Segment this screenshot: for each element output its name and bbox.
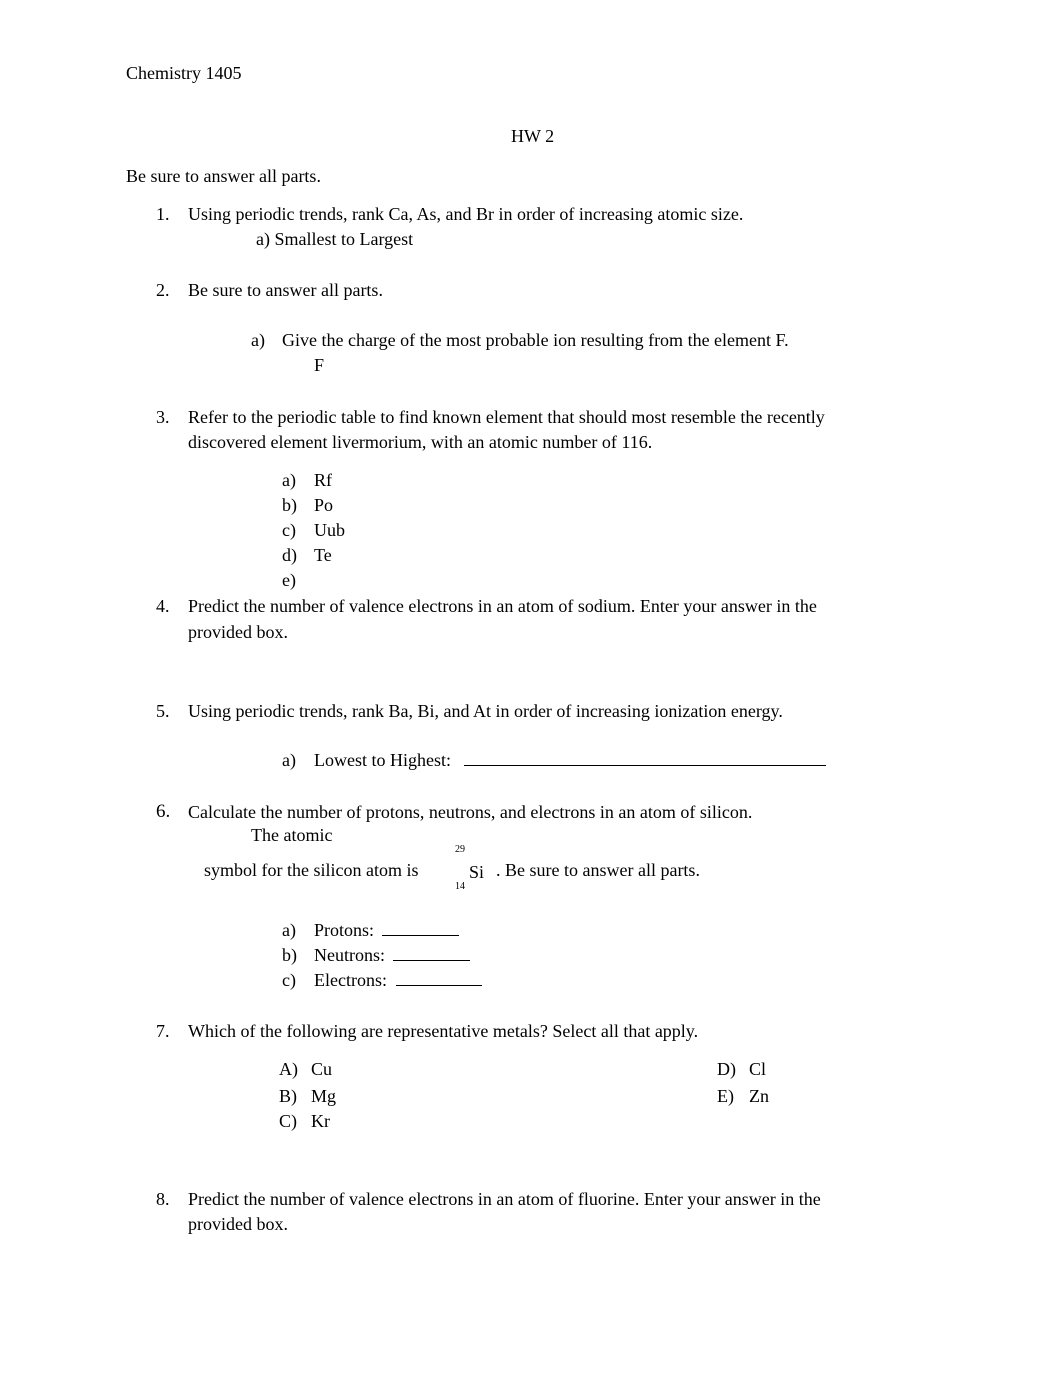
question-text-line1: Predict the number of valence electrons …: [188, 596, 817, 616]
option-kr[interactable]: Kr: [311, 1110, 330, 1132]
question-text: Which of the following are representativ…: [188, 1021, 699, 1041]
part-label: c): [282, 970, 296, 990]
option-cu[interactable]: Cu: [311, 1058, 332, 1080]
question-text-line3-end: . Be sure to answer all parts.: [496, 860, 700, 880]
question-text: Using periodic trends, rank Ca, As, and …: [188, 204, 744, 224]
option-label: d): [282, 545, 297, 565]
part-text-neutrons: Neutrons:: [314, 945, 385, 965]
part-label: a): [251, 330, 265, 350]
option-mg[interactable]: Mg: [311, 1085, 336, 1107]
answer-blank-lowest-to-highest[interactable]: [464, 749, 826, 771]
option-uub[interactable]: Uub: [314, 519, 345, 541]
part-label: a): [282, 920, 296, 940]
answer-element-label: F: [314, 355, 325, 375]
question-number: 5.: [156, 701, 170, 721]
page-title: HW 2: [511, 126, 555, 146]
option-te[interactable]: Te: [314, 544, 332, 566]
part-text-electrons: Electrons:: [314, 970, 387, 990]
answer-blank-protons[interactable]: [382, 919, 459, 941]
question-number: 3.: [156, 407, 170, 427]
question-number: 4.: [156, 596, 170, 616]
option-label: e): [282, 570, 296, 590]
question-text-line2: discovered element livermorium, with an …: [188, 432, 653, 452]
general-instruction: Be sure to answer all parts.: [126, 166, 321, 186]
course-name: Chemistry 1405: [126, 63, 242, 83]
option-label: a): [282, 470, 296, 490]
option-zn[interactable]: Zn: [749, 1085, 769, 1107]
option-cl[interactable]: Cl: [749, 1058, 766, 1080]
answer-blank-electrons[interactable]: [396, 969, 482, 991]
question-text: Using periodic trends, rank Ba, Bi, and …: [188, 701, 783, 721]
option-label: B): [279, 1086, 297, 1106]
question-text-line1: Predict the number of valence electrons …: [188, 1189, 821, 1209]
question-text-line2: The atomic: [251, 825, 333, 845]
part-text: Lowest to Highest:: [314, 750, 451, 770]
atomic-number: 14: [455, 881, 465, 892]
option-po[interactable]: Po: [314, 494, 333, 516]
question-number: 1.: [156, 204, 170, 224]
answer-blank-neutrons[interactable]: [393, 944, 470, 966]
mass-number: 29: [455, 844, 465, 855]
part-text-protons: Protons:: [314, 920, 375, 940]
question-text-line2: provided box.: [188, 1214, 288, 1234]
element-symbol: Si: [469, 862, 485, 882]
question-text-line2: provided box.: [188, 622, 288, 642]
option-label: A): [279, 1059, 298, 1079]
option-label: C): [279, 1111, 297, 1131]
question-subpart: a) Smallest to Largest: [256, 229, 414, 249]
option-label: D): [717, 1059, 736, 1079]
option-label: c): [282, 520, 296, 540]
question-text: Be sure to answer all parts.: [188, 280, 383, 300]
question-text: Calculate the number of protons, neutron…: [188, 802, 753, 822]
question-number: 6.: [156, 801, 171, 822]
question-number: 8.: [156, 1189, 170, 1209]
part-label: b): [282, 945, 297, 965]
part-label: a): [282, 750, 296, 770]
option-label: E): [717, 1086, 734, 1106]
part-text: Give the charge of the most probable ion…: [282, 330, 789, 350]
option-label: b): [282, 495, 297, 515]
question-text-line1: Refer to the periodic table to find know…: [188, 407, 825, 427]
question-number: 2.: [156, 280, 170, 300]
question-text-line3: symbol for the silicon atom is: [204, 860, 419, 880]
option-rf[interactable]: Rf: [314, 469, 332, 491]
question-number: 7.: [156, 1021, 170, 1041]
